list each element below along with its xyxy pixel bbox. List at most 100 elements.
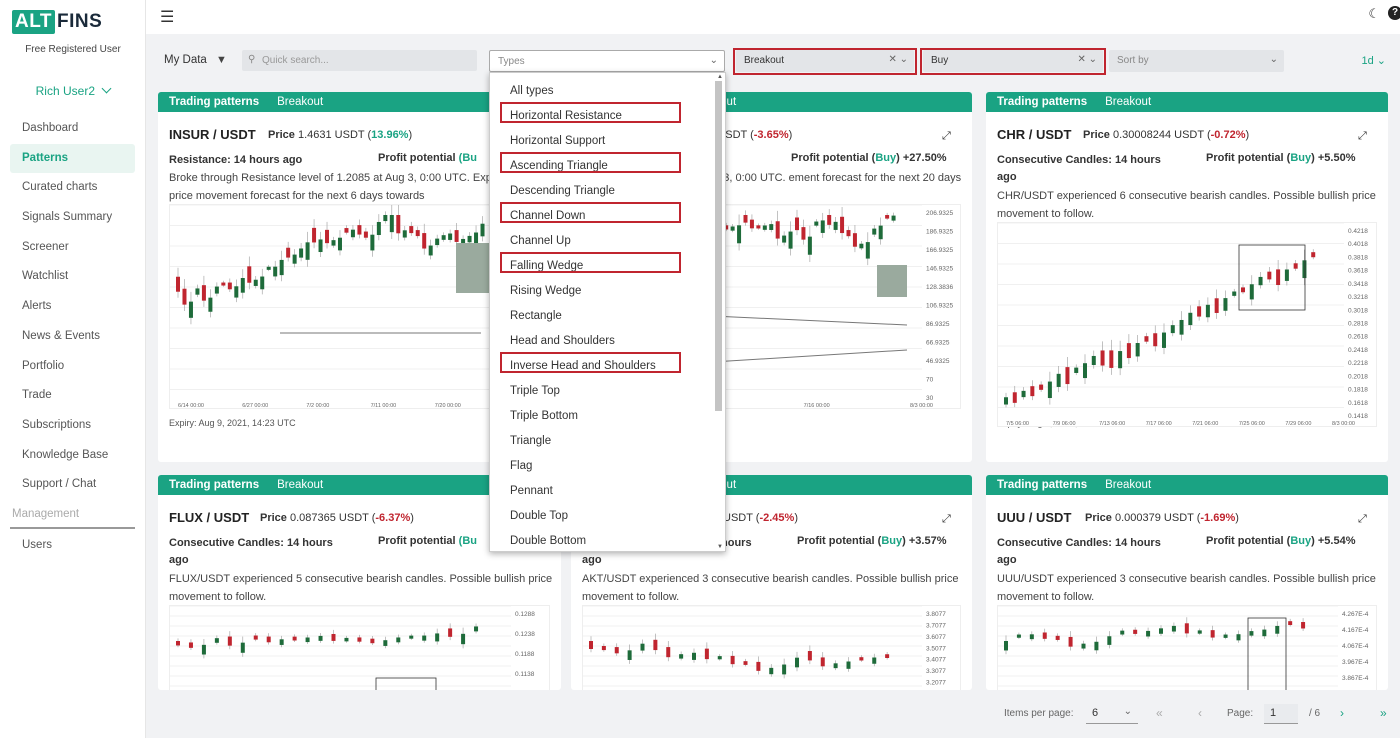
next-page-icon[interactable]: › bbox=[1340, 706, 1344, 720]
axis-tick-label: 3.7077 bbox=[926, 622, 946, 629]
dropdown-option[interactable]: Double Top bbox=[490, 500, 725, 525]
sidebar-item-trade[interactable]: Trade bbox=[10, 381, 135, 411]
card-pair[interactable]: CHR / USDT bbox=[997, 127, 1071, 142]
sidebar-item-news-events[interactable]: News & Events bbox=[10, 322, 135, 352]
axis-tick-label: 0.1618 bbox=[1348, 400, 1368, 407]
page-input[interactable]: 1 bbox=[1264, 704, 1298, 724]
sidebar-item-watchlist[interactable]: Watchlist bbox=[10, 262, 135, 292]
dropdown-option[interactable]: Double Bottom bbox=[490, 525, 725, 550]
dropdown-option[interactable]: Channel Up bbox=[490, 225, 725, 250]
candle bbox=[1133, 629, 1138, 634]
card-profit-potential: Profit potential (Bu bbox=[378, 535, 477, 547]
dropdown-option[interactable]: Triple Top bbox=[490, 375, 725, 400]
dropdown-option[interactable]: Inverse Head and Shoulders bbox=[498, 350, 683, 375]
prev-page-icon[interactable]: ‹ bbox=[1198, 706, 1202, 720]
dropdown-option[interactable]: Triangle bbox=[490, 425, 725, 450]
altfins-logo[interactable]: ALT FINS bbox=[12, 10, 102, 34]
potential-direction: (Bu bbox=[458, 152, 477, 164]
date-tick-label: 7/2 00:00 bbox=[306, 403, 329, 409]
my-data-label[interactable]: My Data bbox=[164, 54, 207, 66]
first-page-icon[interactable]: « bbox=[1156, 706, 1163, 720]
dropdown-option[interactable]: Falling Wedge bbox=[498, 250, 683, 275]
clear-and-chevron-icon[interactable]: ✕ ⌄ bbox=[1077, 54, 1097, 65]
user-menu[interactable]: Rich User2 bbox=[0, 83, 146, 98]
types-select[interactable]: Types ⌄ bbox=[489, 50, 725, 72]
dropdown-option[interactable]: Flag bbox=[490, 450, 725, 475]
candle bbox=[872, 657, 877, 664]
axis-tick-label: 0.1818 bbox=[1348, 387, 1368, 394]
card-pair[interactable]: INSUR / USDT bbox=[169, 127, 256, 142]
dark-mode-icon[interactable]: ☾ bbox=[1368, 6, 1380, 22]
pattern-chart[interactable]: 0.4218 0.4018 0.3818 0.3618 0.3418 0.3218 0.30… bbox=[997, 222, 1377, 427]
sidebar-item-knowledge-base[interactable]: Knowledge Base bbox=[10, 441, 135, 471]
sidebar-item-subscriptions[interactable]: Subscriptions bbox=[10, 411, 135, 441]
candle bbox=[666, 647, 671, 658]
expand-icon[interactable]: ⤢ bbox=[1358, 130, 1367, 143]
sidebar-item-screener[interactable]: Screener bbox=[10, 233, 135, 263]
sort-select[interactable]: Sort by ⌄ bbox=[1109, 50, 1284, 72]
card-price: Price 0.30008244 USDT (-0.72%) bbox=[1083, 129, 1250, 141]
dropdown-option[interactable]: Descending Triangle bbox=[490, 175, 725, 200]
card-pair[interactable]: FLUX / USDT bbox=[169, 510, 249, 525]
candle bbox=[188, 642, 193, 648]
pattern-chart[interactable]: 0.12880.12380.11880.11380.1088 bbox=[169, 605, 550, 690]
dropdown-option[interactable]: Horizontal Resistance bbox=[498, 100, 683, 125]
card-category: Trading patterns bbox=[169, 96, 260, 108]
candle bbox=[383, 640, 388, 646]
pattern-chart[interactable]: 4.267E-4 4.167E-4 4.067E-4 3.967E-4 3.867E-4… bbox=[997, 605, 1377, 690]
quick-search-input[interactable]: ⚲ Quick search... bbox=[242, 50, 477, 71]
candle bbox=[240, 642, 245, 653]
dropdown-option[interactable]: Channel Down bbox=[498, 200, 683, 225]
sidebar-item-users[interactable]: Users bbox=[10, 531, 135, 561]
menu-icon[interactable]: ☰ bbox=[160, 7, 174, 27]
dropdown-option[interactable]: Rising Wedge bbox=[490, 275, 725, 300]
candle bbox=[833, 663, 838, 669]
interval-select[interactable]: 1d ⌄ bbox=[1361, 54, 1386, 67]
sidebar-item-patterns[interactable]: Patterns bbox=[10, 143, 135, 174]
sidebar-item-curated-charts[interactable]: Curated charts bbox=[10, 173, 135, 203]
sidebar-item-alerts[interactable]: Alerts bbox=[10, 292, 135, 322]
dropdown-option[interactable]: Head and Shoulders bbox=[490, 325, 725, 350]
dropdown-option[interactable]: Horizontal Support bbox=[490, 125, 725, 150]
expand-icon[interactable]: ⤢ bbox=[1358, 513, 1367, 526]
candle bbox=[769, 667, 774, 675]
candle bbox=[1039, 384, 1044, 390]
sidebar-item-dashboard[interactable]: Dashboard bbox=[10, 114, 135, 144]
pattern-chart[interactable]: 3.8077 3.7077 3.6077 3.5077 3.4077 3.3077 3.20… bbox=[582, 605, 961, 690]
sidebar-item-signals-summary[interactable]: Signals Summary bbox=[10, 203, 135, 233]
axis-tick-label: 3.967E-4 bbox=[1342, 659, 1369, 666]
dropdown-option[interactable]: Triple Bottom bbox=[490, 400, 725, 425]
dropdown-scrollbar[interactable] bbox=[715, 81, 722, 411]
candle bbox=[227, 282, 232, 290]
scroll-down-icon[interactable]: ▼ bbox=[717, 544, 723, 550]
types-dropdown[interactable]: All types Horizontal Resistance Horizontal… bbox=[489, 72, 726, 552]
candle bbox=[415, 230, 420, 237]
dropdown-option[interactable]: Pennant bbox=[490, 475, 725, 500]
pattern-select[interactable]: Breakout ✕ ⌄ bbox=[736, 50, 914, 72]
card-pair[interactable]: UUU / USDT bbox=[997, 510, 1071, 525]
last-page-icon[interactable]: » bbox=[1380, 706, 1387, 720]
candle bbox=[679, 654, 684, 659]
expand-icon[interactable]: ⤢ bbox=[942, 130, 951, 143]
items-per-page-select[interactable]: 6 ⌄ bbox=[1086, 704, 1138, 724]
price-change: -1.69% bbox=[1200, 512, 1236, 524]
help-icon[interactable]: ? bbox=[1388, 6, 1400, 20]
dropdown-option[interactable]: Ascending Triangle bbox=[498, 150, 683, 175]
card-signal: Consecutive Candles: 14 hours ago bbox=[997, 537, 1161, 566]
pattern-card[interactable]: Trading patterns Breakout UUU / USDT Price … bbox=[986, 475, 1388, 690]
candle bbox=[402, 230, 407, 238]
expand-icon[interactable]: ⤢ bbox=[942, 513, 951, 526]
user-name: Rich User2 bbox=[35, 84, 95, 98]
dropdown-option[interactable]: Rectangle bbox=[490, 300, 725, 325]
sidebar-item-support-chat[interactable]: Support / Chat bbox=[10, 470, 135, 500]
direction-select[interactable]: Buy ✕ ⌄ bbox=[923, 50, 1103, 72]
clear-and-chevron-icon[interactable]: ✕ ⌄ bbox=[888, 54, 908, 65]
candle bbox=[1241, 287, 1245, 293]
filter-icon[interactable]: ▼ bbox=[216, 54, 227, 66]
axis-tick-label: 3.5077 bbox=[926, 645, 946, 652]
scroll-up-icon[interactable]: ▲ bbox=[717, 74, 723, 80]
sidebar-item-portfolio[interactable]: Portfolio bbox=[10, 352, 135, 382]
candle bbox=[422, 635, 427, 641]
dropdown-option[interactable]: All types bbox=[490, 75, 725, 100]
pattern-card[interactable]: Trading patterns Breakout CHR / USDT Price … bbox=[986, 92, 1388, 462]
